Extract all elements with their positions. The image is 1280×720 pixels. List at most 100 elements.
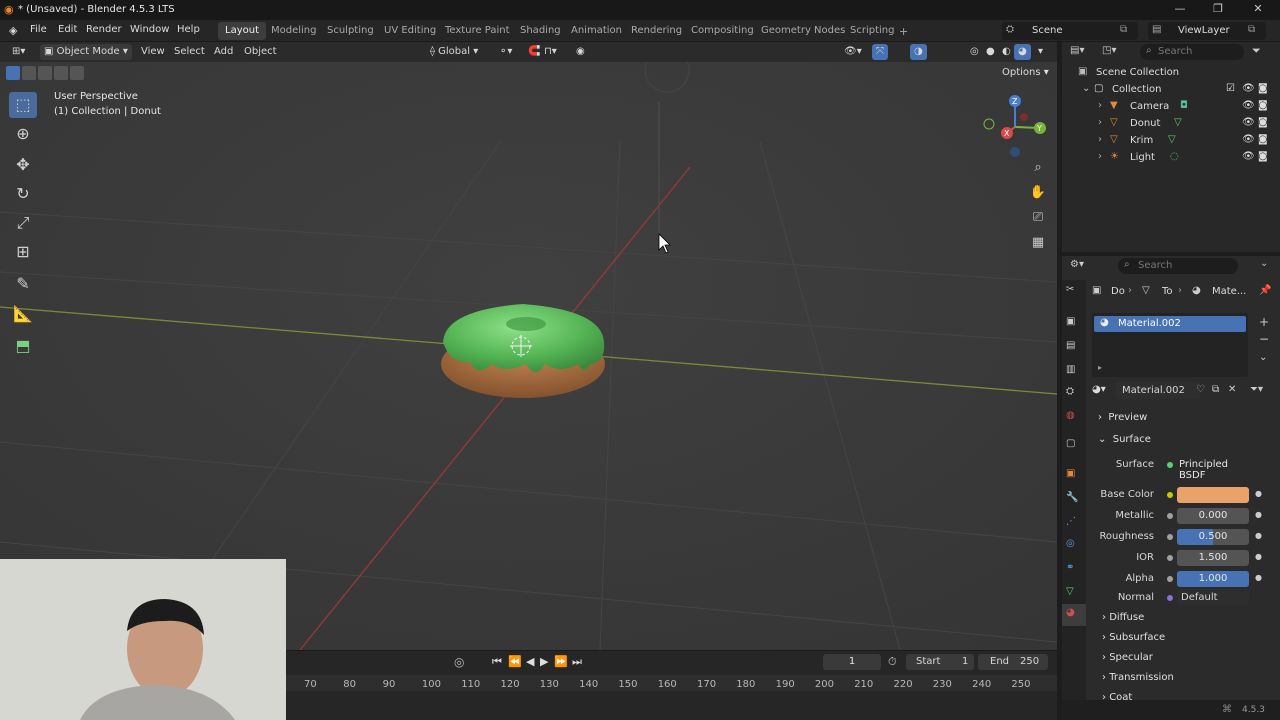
material-browse-icon[interactable]: ◕▾: [1092, 384, 1106, 395]
material-tab-icon[interactable]: ◕: [1062, 604, 1086, 626]
pin-icon[interactable]: 📌: [1259, 285, 1271, 296]
subsection-diffuse[interactable]: › Diffuse: [1102, 612, 1144, 623]
camera-data-icon[interactable]: ◘: [1180, 100, 1188, 111]
roughness-field[interactable]: 0.500: [1177, 529, 1249, 545]
particles-tab-icon[interactable]: ⋰: [1066, 516, 1076, 527]
unlink-material-icon[interactable]: ✕: [1228, 384, 1236, 395]
donut-eye-icon[interactable]: 👁: [1242, 117, 1255, 128]
metallic-keyframe-icon[interactable]: ●: [1255, 510, 1262, 519]
outliner-item-light[interactable]: › ☀ Light ◌ 👁 ◙: [1062, 149, 1280, 166]
constraints-tab-icon[interactable]: ⚭: [1066, 562, 1074, 573]
properties-search-input[interactable]: ⌕ Search: [1118, 258, 1238, 274]
expand-icon[interactable]: ›: [1098, 117, 1102, 128]
collection-checkbox-icon[interactable]: ☑: [1226, 83, 1235, 94]
properties-editor-icon[interactable]: ⚙▾: [1070, 259, 1084, 270]
metallic-field[interactable]: 0.000: [1177, 508, 1249, 524]
cursor-tool[interactable]: ⊕: [9, 121, 37, 147]
keyframe-record-icon[interactable]: ◎: [454, 655, 464, 669]
mesh-data-icon[interactable]: ▽: [1174, 117, 1182, 128]
tool-tab-icon[interactable]: ✂: [1066, 284, 1074, 295]
view-layer-selector[interactable]: ▤ ViewLayer ⧉: [1148, 22, 1266, 40]
tab-animation[interactable]: Animation: [564, 22, 629, 40]
menu-select[interactable]: Select: [170, 44, 209, 60]
properties-options-icon[interactable]: ⌄: [1260, 258, 1268, 269]
material-slot-item[interactable]: ◕ Material.002: [1094, 316, 1246, 332]
material-name-field[interactable]: Material.002: [1116, 382, 1200, 399]
snap-target-icon[interactable]: ⊓▾: [540, 44, 561, 60]
collection-expand-icon[interactable]: ⌄: [1082, 83, 1090, 94]
menu-view[interactable]: View: [137, 44, 169, 60]
base-color-keyframe-icon[interactable]: ●: [1255, 489, 1262, 498]
viewport-options-button[interactable]: Options ▾: [996, 66, 1055, 82]
tab-shading[interactable]: Shading: [513, 22, 568, 40]
expand-icon[interactable]: ›: [1098, 134, 1102, 145]
material-shading-icon[interactable]: ◐: [998, 44, 1015, 60]
modifier-tab-icon[interactable]: 🔧: [1066, 492, 1078, 503]
remove-slot-button[interactable]: −: [1259, 332, 1269, 346]
outliner-item-donut[interactable]: › ▽ Donut ▽ 👁 ◙: [1062, 115, 1280, 132]
surface-panel-header[interactable]: ⌄ Surface: [1098, 434, 1151, 445]
camera-eye-icon[interactable]: 👁: [1242, 100, 1255, 111]
tab-compositing[interactable]: Compositing: [684, 22, 761, 40]
collection-eye-icon[interactable]: 👁: [1242, 83, 1255, 94]
subsection-transmission[interactable]: › Transmission: [1102, 672, 1174, 683]
alpha-field[interactable]: 1.000: [1177, 571, 1249, 587]
menu-help[interactable]: Help: [177, 24, 200, 35]
collection-tab-icon[interactable]: ▢: [1066, 438, 1075, 449]
krim-render-icon[interactable]: ◙: [1258, 134, 1268, 145]
object-mode-dropdown[interactable]: ▣ Object Mode ▾: [40, 44, 132, 60]
physics-tab-icon[interactable]: ◎: [1066, 538, 1075, 549]
outliner-item-camera[interactable]: › ▼ Camera ◘ 👁 ◙: [1062, 98, 1280, 115]
select-subtract-icon[interactable]: [38, 66, 52, 80]
select-intersect-icon[interactable]: [70, 66, 84, 80]
donut-render-icon[interactable]: ◙: [1258, 117, 1268, 128]
mesh-data-icon[interactable]: ▽: [1168, 134, 1176, 145]
add-slot-button[interactable]: +: [1259, 315, 1269, 329]
pivot-icon[interactable]: ⚬▾: [495, 44, 516, 60]
scene-selector[interactable]: ⛭ Scene ⧉: [1002, 22, 1138, 40]
view-layer-tab-icon[interactable]: ▥: [1066, 364, 1075, 375]
menu-render[interactable]: Render: [86, 24, 122, 35]
timeline[interactable]: ◎ ⏮ ⏪ ◀ ▶ ⏩ ⏭ 1 ⏱ Start 1 End 250 70 80 90…: [286, 650, 1057, 720]
play-icon[interactable]: ▶: [540, 655, 548, 668]
object-tab-icon[interactable]: ▣: [1066, 468, 1075, 479]
alpha-keyframe-icon[interactable]: ●: [1255, 573, 1262, 582]
new-scene-icon[interactable]: ⧉: [1120, 24, 1127, 35]
normal-field[interactable]: Default: [1177, 589, 1249, 605]
fake-user-icon[interactable]: ♡: [1196, 384, 1205, 395]
new-view-layer-icon[interactable]: ⧉: [1248, 24, 1255, 35]
rendered-shading-icon[interactable]: ◕: [1014, 44, 1031, 60]
material-datablock-row[interactable]: ◕▾ Material.002 ♡ ⧉ ✕ ⏷▾: [1092, 382, 1268, 400]
add-workspace-button[interactable]: +: [899, 25, 908, 38]
select-extend-icon[interactable]: [22, 66, 36, 80]
duplicate-material-icon[interactable]: ⧉: [1212, 384, 1219, 395]
surface-shader-selector[interactable]: Principled BSDF: [1177, 456, 1251, 481]
material-filter-icon[interactable]: ⏷▾: [1250, 384, 1263, 395]
ior-field[interactable]: 1.500: [1177, 550, 1249, 566]
outliner-collection[interactable]: ⌄ ▢ Collection ☑ 👁 ◙: [1062, 81, 1280, 98]
outliner-search-input[interactable]: ⌕ Search: [1140, 44, 1244, 60]
add-cube-tool[interactable]: ⬒: [9, 333, 37, 359]
camera-render-icon[interactable]: ◙: [1258, 100, 1268, 111]
navigation-gizmo[interactable]: Z Y X: [980, 92, 1050, 162]
select-new-icon[interactable]: [6, 66, 20, 80]
transform-orientation-dropdown[interactable]: ⟠ Global ▾: [426, 44, 482, 60]
measure-tool[interactable]: 📐: [9, 301, 37, 327]
tab-geometry-nodes[interactable]: Geometry Nodes: [754, 22, 852, 40]
jump-end-icon[interactable]: ⏭: [572, 655, 582, 669]
select-box-tool[interactable]: ⬚: [9, 92, 37, 118]
camera-view-icon[interactable]: ⎚: [1027, 210, 1049, 232]
visibility-icon[interactable]: 👁▾: [840, 44, 866, 60]
grid-view-icon[interactable]: ▦: [1027, 235, 1049, 257]
menu-object[interactable]: Object: [240, 44, 281, 60]
tab-uv-editing[interactable]: UV Editing: [377, 22, 443, 40]
clock-icon[interactable]: ⏱: [888, 655, 897, 669]
tab-scripting[interactable]: Scripting: [843, 22, 901, 40]
outliner-item-krim[interactable]: › ▽ Krim ▽ 👁 ◙: [1062, 132, 1280, 149]
data-tab-icon[interactable]: ▽: [1066, 586, 1074, 597]
light-render-icon[interactable]: ◙: [1258, 151, 1268, 162]
menu-edit[interactable]: Edit: [58, 24, 77, 35]
start-frame-field[interactable]: Start 1: [906, 654, 974, 670]
zoom-icon[interactable]: ⌕: [1027, 160, 1049, 182]
overlay-toggle-icon[interactable]: ◑: [910, 44, 927, 60]
